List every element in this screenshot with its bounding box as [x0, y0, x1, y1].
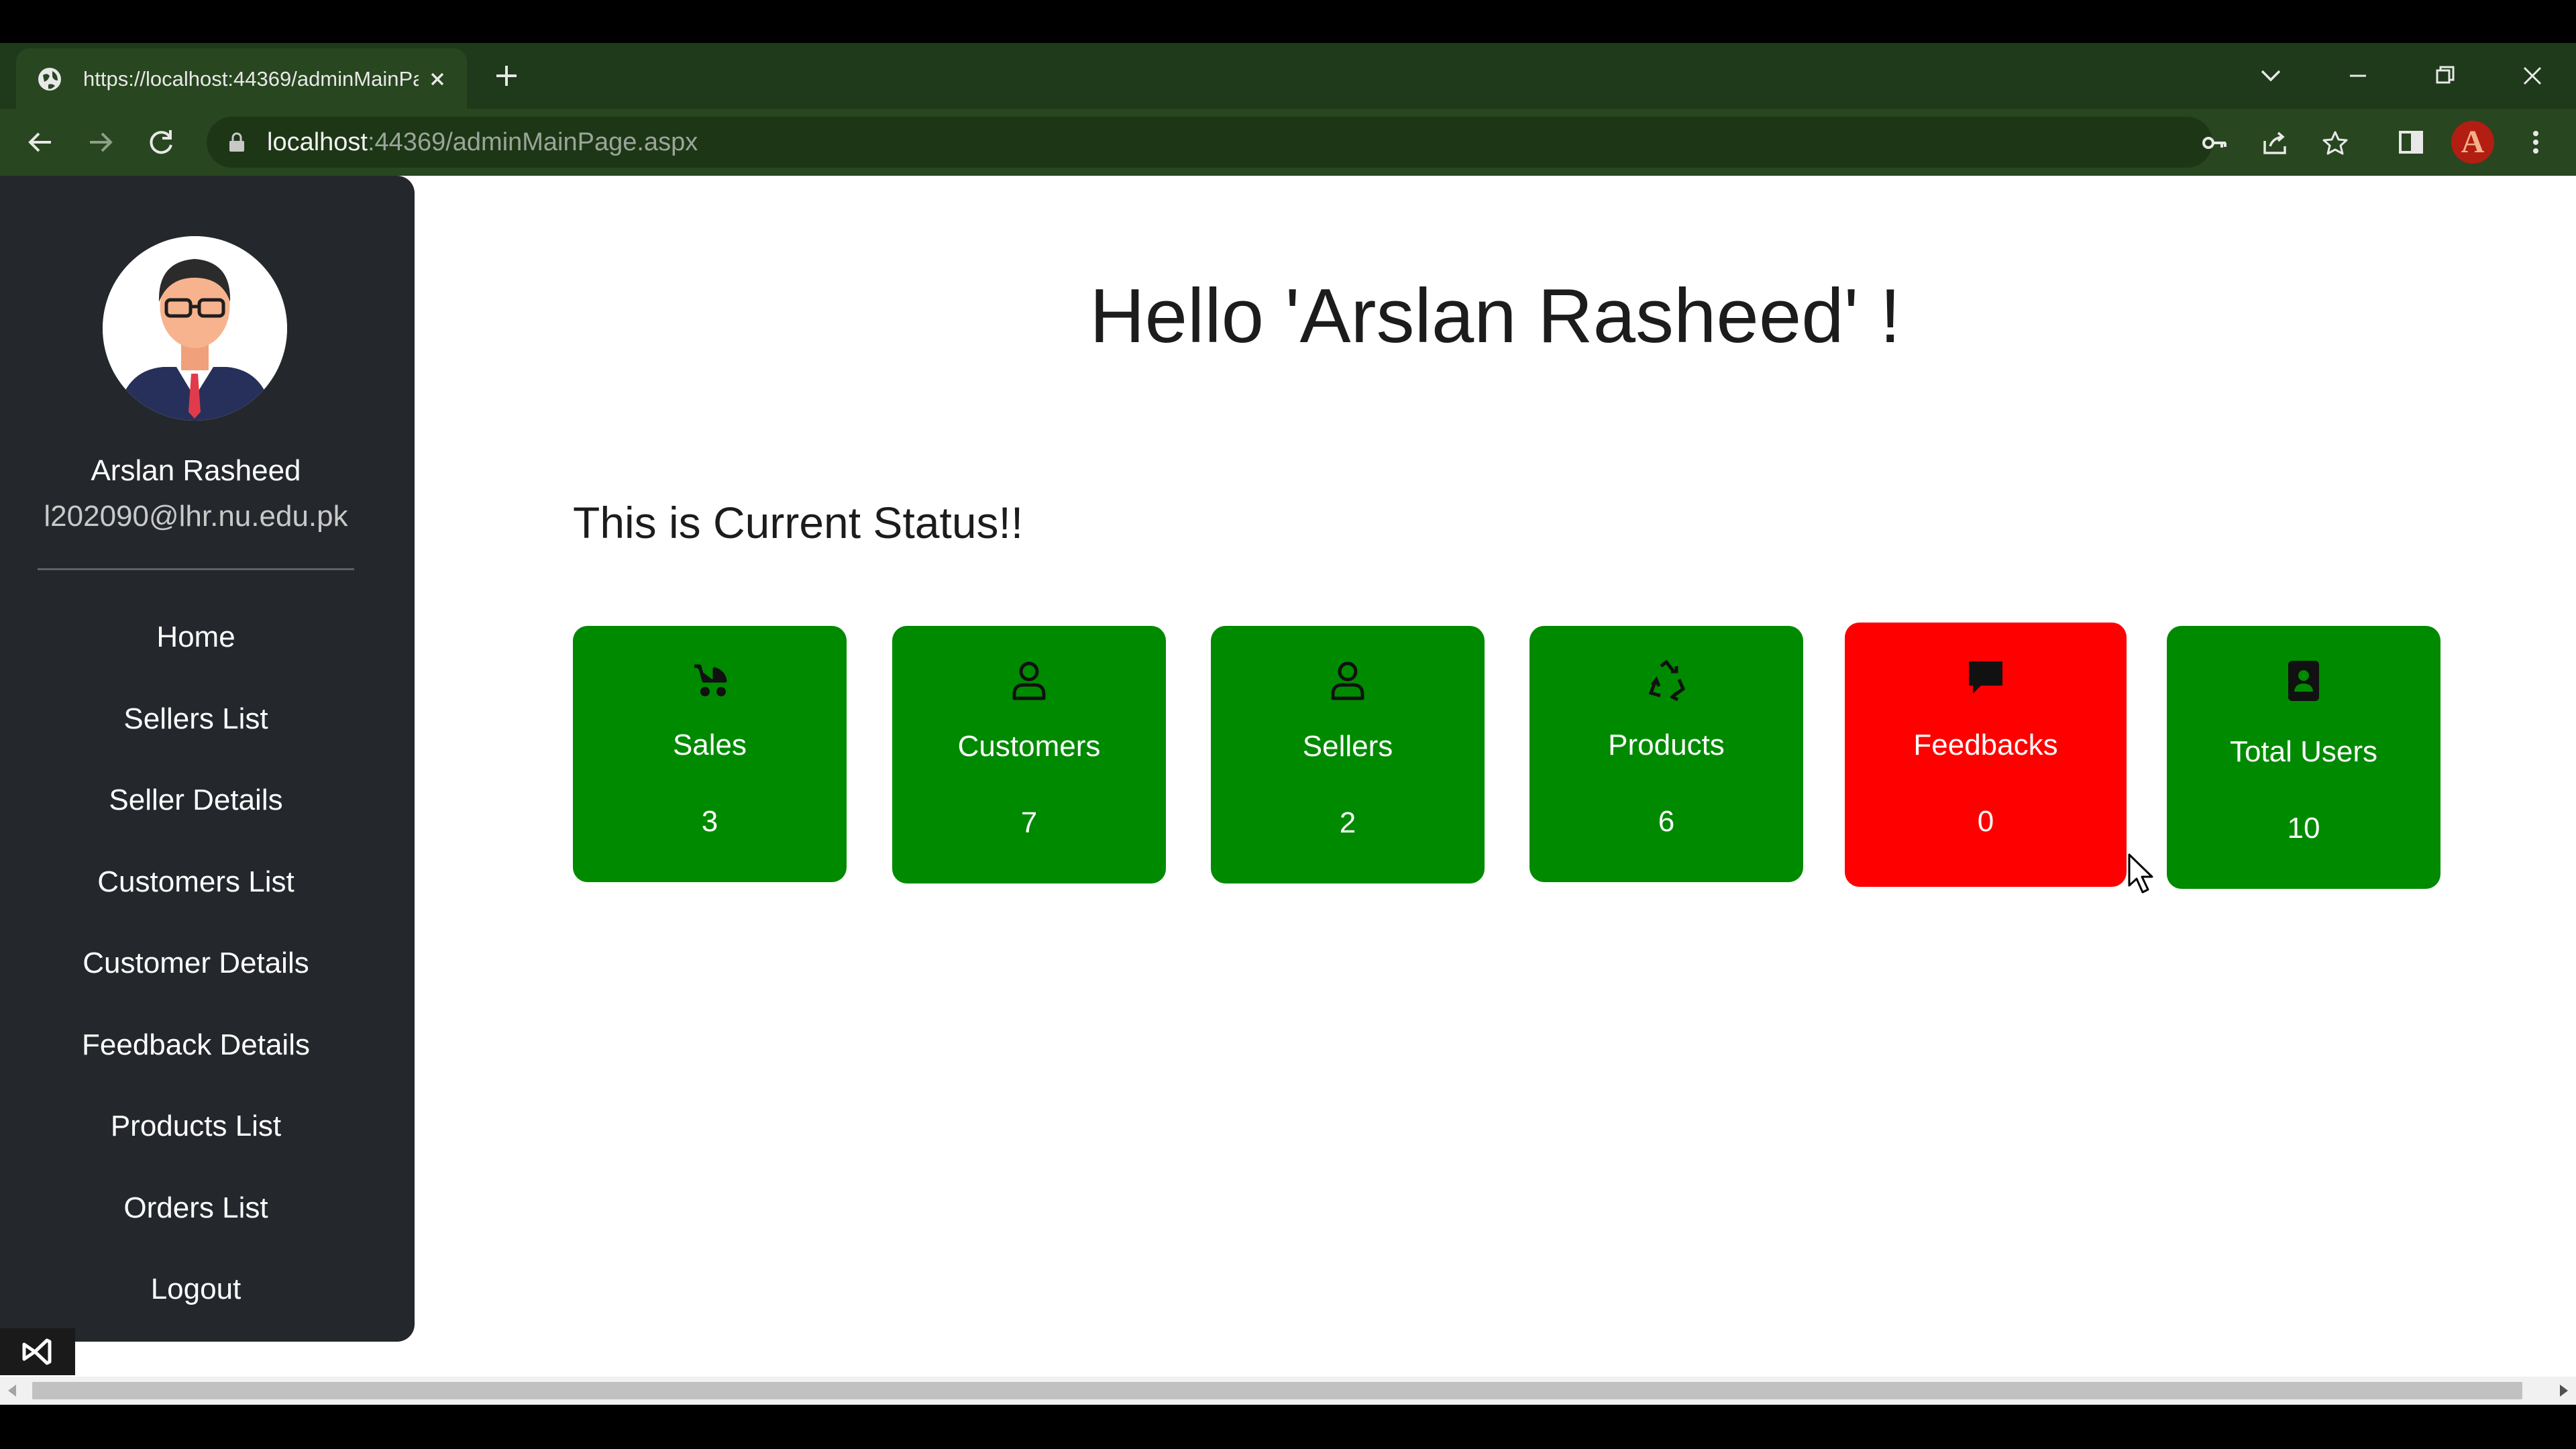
lock-icon[interactable] — [227, 131, 247, 153]
card-value: 0 — [1977, 805, 1994, 838]
sidebar-item-products-list[interactable]: Products List — [0, 1108, 392, 1189]
url-host: localhost — [267, 128, 368, 156]
restore-icon[interactable] — [2428, 59, 2462, 93]
avatar — [103, 236, 287, 421]
user-email: l202090@lhr.nu.edu.pk — [44, 500, 348, 533]
browser-toolbar: localhost:44369/adminMainPage.aspx A — [0, 109, 2576, 176]
page-title: Hello 'Arslan Rasheed' ! — [1089, 274, 1901, 359]
url-text: localhost:44369/adminMainPage.aspx — [267, 129, 698, 156]
visual-studio-icon — [22, 1338, 52, 1365]
forward-arrow-icon[interactable] — [85, 126, 117, 158]
sidebar-item-feedback-details[interactable]: Feedback Details — [0, 1026, 392, 1108]
sidebar-item-customer-details[interactable]: Customer Details — [0, 945, 392, 1026]
more-menu-icon[interactable] — [2520, 126, 2552, 158]
new-tab-icon[interactable] — [492, 62, 521, 90]
scroll-right-arrow-icon[interactable] — [2560, 1385, 2568, 1397]
stat-card-customers[interactable]: Customers 7 — [892, 626, 1166, 883]
user-avatar-illustration — [103, 236, 287, 421]
recycle-icon — [1529, 657, 1803, 705]
baby-carriage-icon — [573, 657, 847, 705]
sidebar-item-seller-details[interactable]: Seller Details — [0, 782, 392, 863]
browser-tab[interactable]: https://localhost:44369/adminMainPage.as… — [16, 48, 467, 109]
sidebar-item-customers-list[interactable]: Customers List — [0, 863, 392, 945]
sidebar-item-home[interactable]: Home — [0, 619, 392, 700]
stat-card-feedbacks[interactable]: Feedbacks 0 — [1845, 623, 2127, 887]
scroll-left-arrow-icon[interactable] — [8, 1385, 16, 1397]
minimize-icon[interactable] — [2341, 59, 2375, 93]
card-label: Sellers — [1302, 730, 1393, 763]
stat-card-sales[interactable]: Sales 3 — [573, 626, 847, 882]
card-label: Sales — [672, 729, 747, 761]
mouse-cursor-icon — [2128, 853, 2153, 894]
stat-card-products[interactable]: Products 6 — [1529, 626, 1803, 882]
sidebar-divider — [38, 568, 354, 570]
side-panel-icon[interactable] — [2395, 126, 2427, 158]
user-name: Arslan Rasheed — [91, 454, 301, 487]
sidebar-nav: Home Sellers List Seller Details Custome… — [0, 619, 392, 1352]
browser-link-badge[interactable] — [0, 1328, 75, 1375]
address-bar[interactable]: localhost:44369/adminMainPage.aspx — [207, 117, 2348, 168]
tab-title: https://localhost:44369/adminMainPage.as… — [83, 67, 419, 91]
reload-icon[interactable] — [145, 126, 177, 158]
person-icon — [892, 657, 1166, 705]
tab-search-chevron-icon[interactable] — [2254, 59, 2288, 93]
sidebar: Arslan Rasheed l202090@lhr.nu.edu.pk Hom… — [0, 176, 415, 1342]
browser-tab-bar: https://localhost:44369/adminMainPage.as… — [0, 43, 2576, 109]
card-label: Products — [1608, 729, 1725, 761]
card-label: Total Users — [2229, 735, 2378, 768]
card-value: 2 — [1339, 806, 1356, 839]
card-label: Feedbacks — [1913, 729, 2058, 761]
card-value: 3 — [701, 805, 718, 838]
close-window-icon[interactable] — [2516, 59, 2549, 93]
profile-avatar[interactable]: A — [2451, 121, 2494, 164]
sidebar-item-orders-list[interactable]: Orders List — [0, 1189, 392, 1271]
star-bookmark-icon[interactable] — [2321, 129, 2349, 157]
share-icon[interactable] — [2261, 129, 2289, 157]
horizontal-scrollbar[interactable] — [0, 1377, 2576, 1405]
card-value: 10 — [2287, 812, 2320, 845]
stat-card-total-users[interactable]: Total Users 10 — [2167, 626, 2440, 889]
chat-bubble-icon — [1845, 653, 2127, 702]
person-icon — [1211, 657, 1485, 705]
globe-icon — [38, 68, 61, 91]
contact-card-icon — [2167, 657, 2440, 705]
sidebar-item-sellers-list[interactable]: Sellers List — [0, 700, 392, 782]
card-value: 7 — [1020, 806, 1038, 839]
page-viewport: Arslan Rasheed l202090@lhr.nu.edu.pk Hom… — [0, 176, 2576, 1377]
scrollbar-thumb[interactable] — [32, 1382, 2522, 1399]
url-path: :44369/adminMainPage.aspx — [367, 128, 698, 156]
stat-card-sellers[interactable]: Sellers 2 — [1211, 626, 1485, 883]
key-icon[interactable] — [2200, 129, 2229, 157]
close-tab-icon[interactable] — [427, 68, 448, 90]
card-value: 6 — [1658, 805, 1675, 838]
status-heading: This is Current Status!! — [573, 498, 1024, 547]
back-arrow-icon[interactable] — [24, 126, 56, 158]
card-label: Customers — [957, 730, 1101, 763]
